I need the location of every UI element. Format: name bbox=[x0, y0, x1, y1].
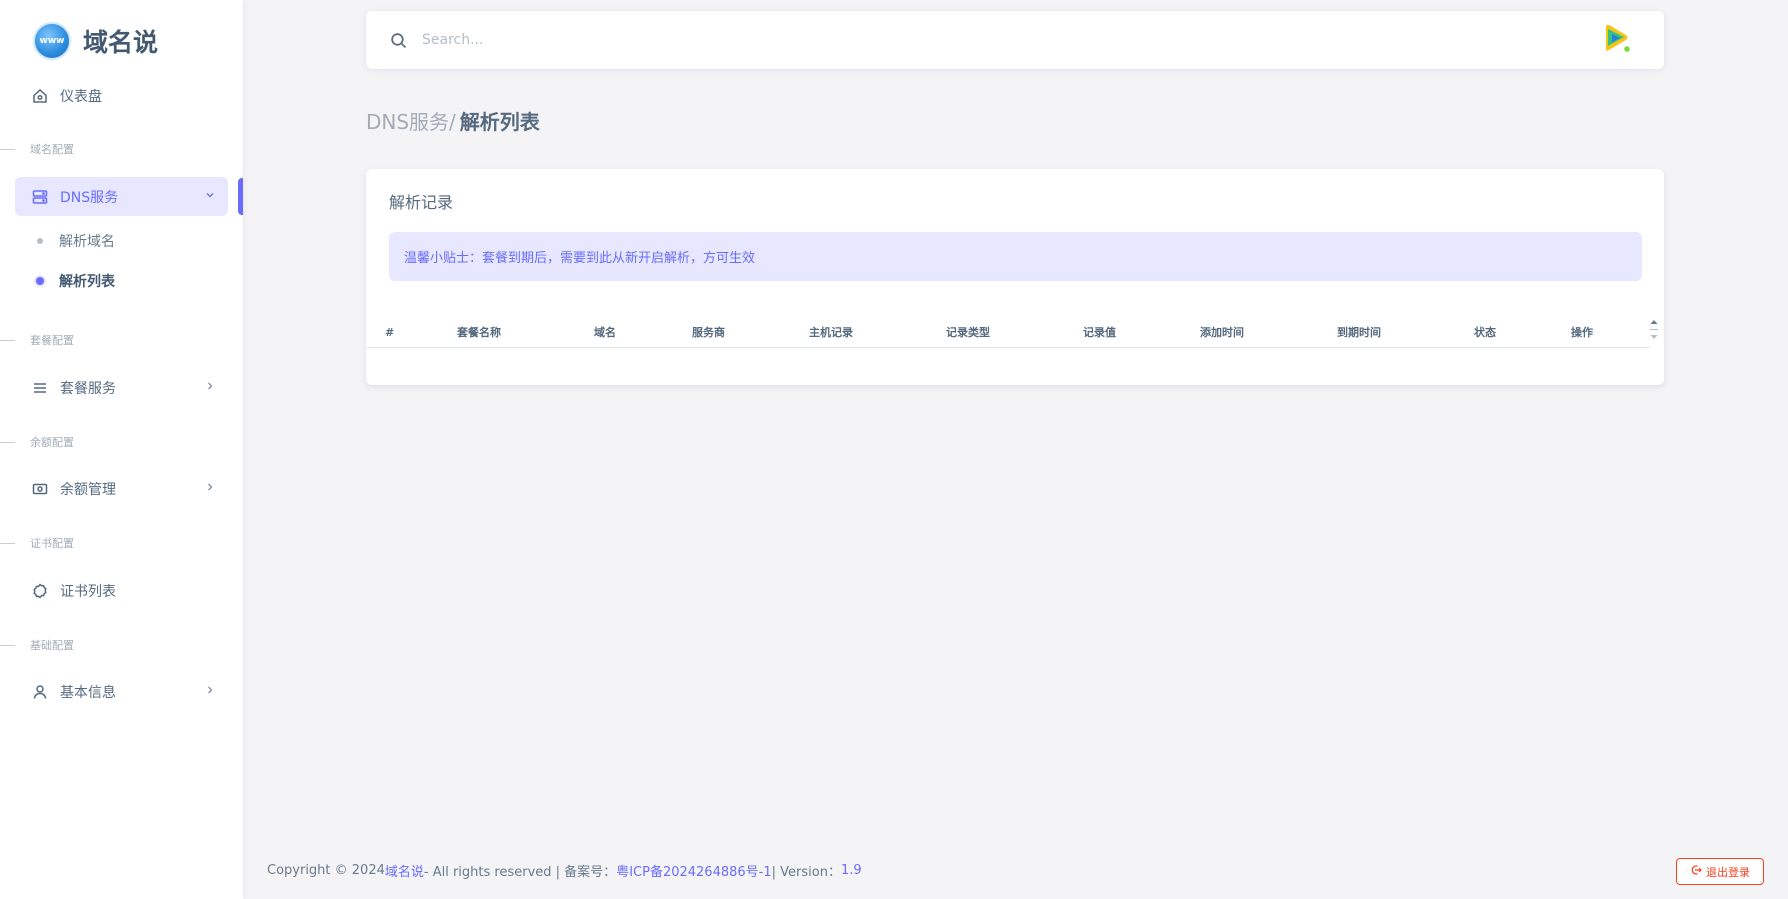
section-label: 余额配置 bbox=[30, 436, 74, 449]
column-header-record-type[interactable]: 记录类型 bbox=[946, 317, 990, 347]
divider bbox=[0, 644, 15, 646]
user-icon bbox=[30, 682, 50, 702]
column-header-status[interactable]: 状态 bbox=[1474, 317, 1496, 347]
section-header-balance: 余额配置 bbox=[0, 434, 74, 450]
logout-label: 退出登录 bbox=[1706, 866, 1750, 879]
breadcrumb: DNS服务/ 解析列表 bbox=[366, 106, 540, 135]
section-header-basic: 基础配置 bbox=[0, 637, 74, 653]
chevron-right-icon bbox=[200, 380, 220, 395]
version-label: | Version： bbox=[771, 865, 841, 880]
server-icon bbox=[30, 187, 50, 207]
sidebar-item-label: 余额管理 bbox=[60, 481, 116, 498]
footer: Copyright © 2024 域名说 - All rights reserv… bbox=[267, 861, 862, 880]
bullet-dot-icon bbox=[37, 238, 43, 244]
search-icon[interactable] bbox=[388, 30, 408, 50]
home-icon bbox=[30, 86, 50, 106]
divider bbox=[0, 339, 15, 341]
sidebar-item-label: 套餐服务 bbox=[60, 380, 116, 397]
divider bbox=[0, 542, 15, 544]
subitem-label: 解析域名 bbox=[59, 234, 115, 250]
sidebar-item-dns-service[interactable]: DNS服务 bbox=[15, 177, 228, 216]
column-header-actions[interactable]: 操作 bbox=[1571, 317, 1593, 347]
section-label: 域名配置 bbox=[30, 143, 74, 156]
bullet-dot-icon bbox=[36, 277, 44, 285]
column-header-added-time[interactable]: 添加时间 bbox=[1200, 317, 1244, 347]
sidebar-item-basic-info[interactable]: 基本信息 bbox=[15, 672, 228, 711]
rights-text: - All rights reserved | 备案号： bbox=[423, 865, 617, 880]
money-icon bbox=[30, 479, 50, 499]
column-header-index[interactable]: # bbox=[385, 317, 394, 347]
section-header-domain: 域名配置 bbox=[0, 141, 74, 157]
section-label: 套餐配置 bbox=[30, 334, 74, 347]
chevron-right-icon bbox=[200, 684, 220, 699]
sort-arrows-icon[interactable] bbox=[1648, 316, 1660, 344]
divider bbox=[0, 441, 15, 443]
records-card: 解析记录 温馨小贴士：套餐到期后，需要到此从新开启解析，方可生效 # 套餐名称 … bbox=[366, 169, 1664, 385]
logout-icon bbox=[1690, 864, 1702, 879]
icp-link[interactable]: 粤ICP备2024264886号-1 bbox=[616, 861, 771, 880]
column-header-domain[interactable]: 域名 bbox=[594, 317, 616, 347]
brand-name: 域名说 bbox=[83, 28, 159, 57]
chevron-down-icon bbox=[200, 189, 220, 204]
tip-alert: 温馨小贴士：套餐到期后，需要到此从新开启解析，方可生效 bbox=[389, 232, 1642, 281]
globe-logo-icon: www bbox=[33, 22, 71, 60]
chevron-right-icon bbox=[200, 481, 220, 496]
sidebar-item-cert-list[interactable]: 证书列表 bbox=[15, 571, 228, 610]
subitem-label: 解析列表 bbox=[59, 274, 115, 290]
section-header-package: 套餐配置 bbox=[0, 332, 74, 348]
brand[interactable]: www 域名说 bbox=[33, 21, 158, 61]
breadcrumb-parent[interactable]: DNS服务/ bbox=[366, 106, 456, 135]
section-header-cert: 证书配置 bbox=[0, 535, 74, 551]
section-label: 证书配置 bbox=[30, 537, 74, 550]
sidebar: www 域名说 仪表盘 域名配置 DNS服务 解析域名 解析列表 套餐配置 套餐… bbox=[0, 0, 243, 899]
column-header-host-record[interactable]: 主机记录 bbox=[809, 317, 853, 347]
column-header-package-name[interactable]: 套餐名称 bbox=[457, 317, 501, 347]
sidebar-item-balance-manage[interactable]: 余额管理 bbox=[15, 469, 228, 508]
logout-button[interactable]: 退出登录 bbox=[1676, 858, 1764, 885]
page-title: 解析列表 bbox=[459, 110, 540, 134]
divider bbox=[0, 148, 15, 150]
copyright-text: Copyright © 2024 bbox=[267, 863, 385, 878]
sidebar-item-dashboard[interactable]: 仪表盘 bbox=[15, 76, 228, 115]
footer-site-link[interactable]: 域名说 bbox=[385, 861, 424, 880]
sidebar-item-label: 证书列表 bbox=[60, 583, 116, 600]
sidebar-item-label: DNS服务 bbox=[60, 189, 119, 206]
avatar[interactable] bbox=[1598, 21, 1634, 57]
column-header-provider[interactable]: 服务商 bbox=[692, 317, 725, 347]
version-value: 1.9 bbox=[840, 863, 862, 878]
sidebar-item-label: 仪表盘 bbox=[60, 88, 102, 105]
menu-lines-icon bbox=[30, 378, 50, 398]
column-header-expire-time[interactable]: 到期时间 bbox=[1337, 317, 1381, 347]
sidebar-subitem-domains[interactable]: 解析域名 bbox=[30, 226, 115, 256]
card-title: 解析记录 bbox=[389, 193, 454, 212]
sidebar-item-package-service[interactable]: 套餐服务 bbox=[15, 368, 228, 407]
table-header-row: # 套餐名称 域名 服务商 主机记录 记录类型 记录值 添加时间 到期时间 状态… bbox=[366, 317, 1658, 348]
certificate-badge-icon bbox=[30, 581, 50, 601]
active-indicator bbox=[238, 178, 243, 215]
section-label: 基础配置 bbox=[30, 639, 74, 652]
sidebar-subitem-record-list[interactable]: 解析列表 bbox=[30, 266, 115, 296]
top-navbar bbox=[366, 11, 1664, 69]
sidebar-item-label: 基本信息 bbox=[60, 684, 116, 701]
column-header-record-value[interactable]: 记录值 bbox=[1083, 317, 1116, 347]
search-input[interactable] bbox=[422, 32, 1522, 48]
